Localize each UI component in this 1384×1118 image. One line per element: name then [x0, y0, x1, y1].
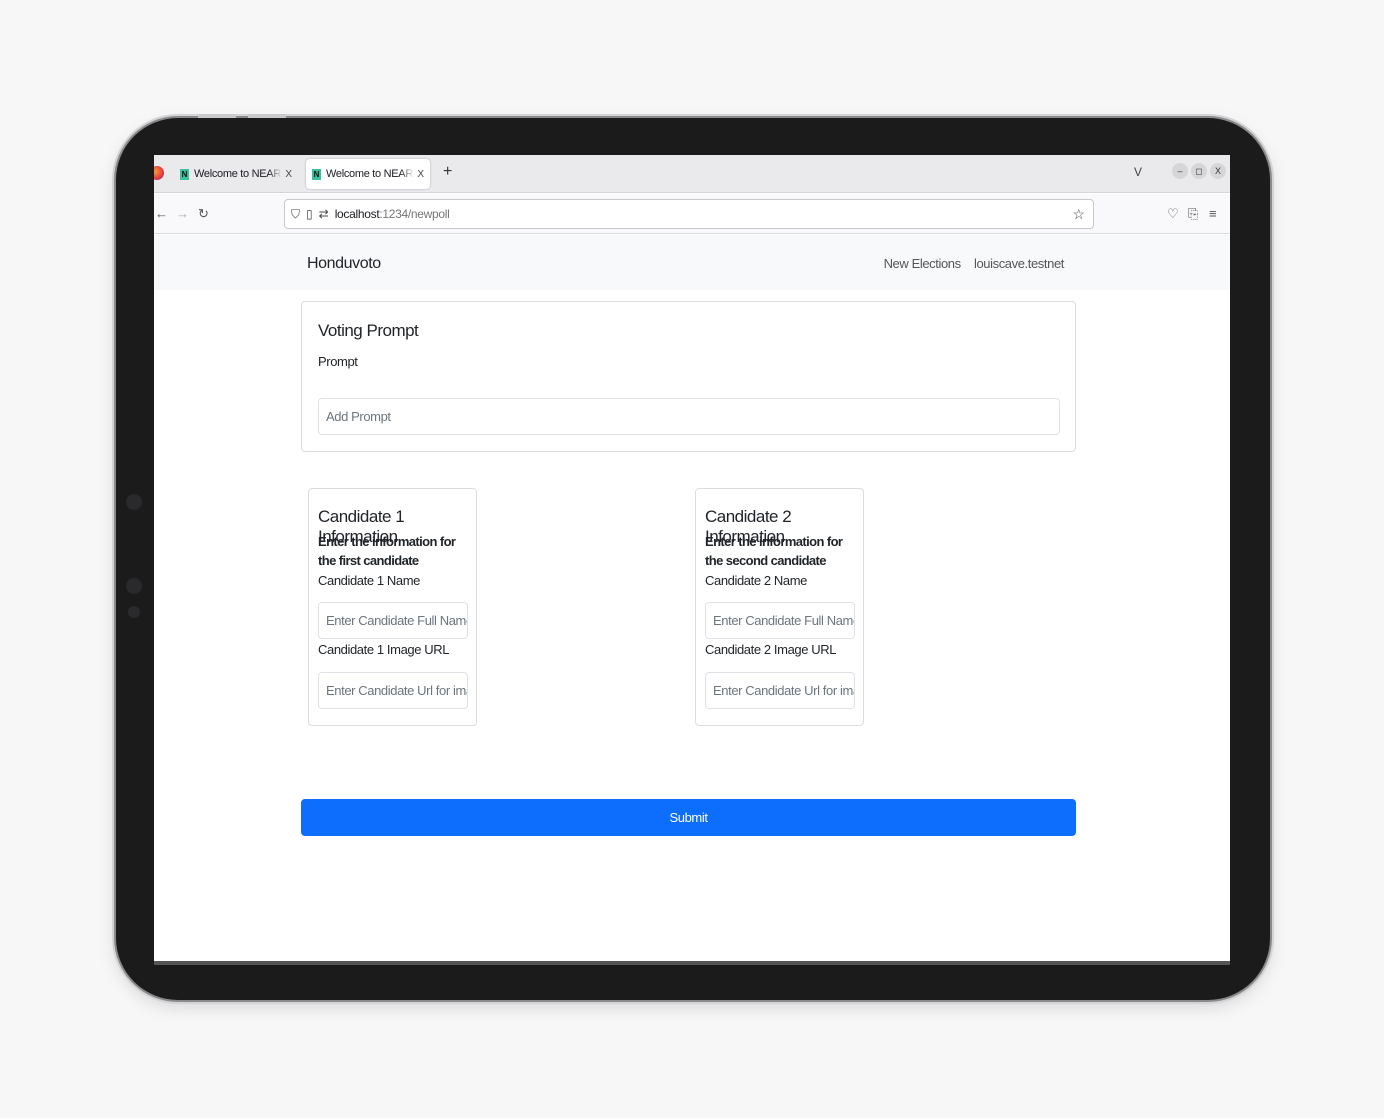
- app-navbar: Honduvoto New Elections louiscave.testne…: [154, 235, 1230, 290]
- navigation-bar: ← → ↻ ⛉ ▯ ⇄ localhost:1234/newpoll ☆ ♡ ⎘…: [154, 194, 1230, 234]
- device-volume-button: [198, 114, 236, 118]
- pocket-icon[interactable]: ♡: [1167, 206, 1179, 222]
- prompt-input[interactable]: Add Prompt: [318, 398, 1060, 435]
- firefox-logo-icon: [154, 166, 164, 180]
- minimize-icon[interactable]: –: [1172, 163, 1188, 179]
- candidate-1-name-input[interactable]: Enter Candidate Full Name: [318, 602, 468, 639]
- device-volume-button: [248, 114, 286, 118]
- device-sensor: [128, 606, 140, 618]
- near-favicon-icon: N: [180, 168, 189, 180]
- candidate-1-url-input[interactable]: Enter Candidate Url for image: [318, 672, 468, 709]
- back-icon[interactable]: ←: [155, 206, 168, 221]
- nav-links: New Elections louiscave.testnet: [874, 256, 1065, 271]
- candidate-2-url-input[interactable]: Enter Candidate Url for image: [705, 672, 855, 709]
- tab-strip: N Welcome to NEAR with React X N Welcome…: [154, 155, 1230, 193]
- candidate-description: Enter the information for the second can…: [705, 534, 843, 568]
- tab-close-icon[interactable]: X: [285, 169, 292, 180]
- voting-prompt-card: Voting Prompt Prompt Add Prompt: [301, 301, 1076, 452]
- url-host: localhost: [334, 207, 380, 221]
- prompt-label: Prompt: [318, 354, 358, 369]
- tab-title: Welcome to NEAR with React: [194, 168, 282, 180]
- url-bar[interactable]: ⛉ ▯ ⇄ localhost:1234/newpoll ☆: [284, 199, 1094, 229]
- bookmark-star-icon[interactable]: ☆: [1072, 206, 1085, 223]
- url-path: :1234/newpoll: [379, 207, 450, 221]
- extensions-icon[interactable]: ⎘: [1188, 206, 1198, 222]
- near-favicon-icon: N: [312, 168, 321, 180]
- restore-icon[interactable]: ◻: [1191, 163, 1207, 179]
- taskbar-strip: [154, 961, 1230, 965]
- close-window-icon[interactable]: X: [1210, 163, 1226, 179]
- candidate-name-label: Candidate 1 Name: [318, 573, 420, 588]
- page-icon: ▯: [306, 207, 313, 221]
- browser-tab[interactable]: N Welcome to NEAR with React X: [174, 159, 298, 189]
- list-tabs-button[interactable]: V: [1134, 165, 1142, 179]
- device-sensor: [126, 494, 142, 510]
- candidate-1-card: Candidate 1 Information Enter the inform…: [308, 488, 477, 726]
- menu-icon[interactable]: ≡: [1209, 206, 1217, 221]
- candidate-description: Enter the information for the first cand…: [318, 534, 456, 568]
- new-elections-link[interactable]: New Elections: [884, 256, 962, 271]
- shield-icon: ⛉: [291, 206, 301, 221]
- screen: N Welcome to NEAR with React X N Welcome…: [154, 155, 1230, 965]
- tab-close-icon[interactable]: X: [417, 169, 424, 180]
- forward-icon[interactable]: →: [176, 206, 189, 221]
- candidate-2-name-input[interactable]: Enter Candidate Full Name: [705, 602, 855, 639]
- submit-button[interactable]: Submit: [301, 799, 1076, 836]
- new-tab-button[interactable]: +: [443, 163, 452, 181]
- tab-title: Welcome to NEAR with React: [326, 168, 414, 180]
- card-title: Voting Prompt: [318, 321, 419, 340]
- reload-icon[interactable]: ↻: [198, 206, 209, 222]
- candidate-url-label: Candidate 1 Image URL: [318, 642, 450, 657]
- brand-link[interactable]: Honduvoto: [307, 255, 381, 273]
- candidate-name-label: Candidate 2 Name: [705, 573, 807, 588]
- device-sensor: [126, 578, 142, 594]
- account-link[interactable]: louiscave.testnet: [974, 256, 1064, 271]
- permissions-icon: ⇄: [318, 207, 329, 221]
- candidate-url-label: Candidate 2 Image URL: [705, 642, 837, 657]
- candidate-2-card: Candidate 2 Information Enter the inform…: [695, 488, 864, 726]
- browser-tab-active[interactable]: N Welcome to NEAR with React X: [306, 159, 430, 189]
